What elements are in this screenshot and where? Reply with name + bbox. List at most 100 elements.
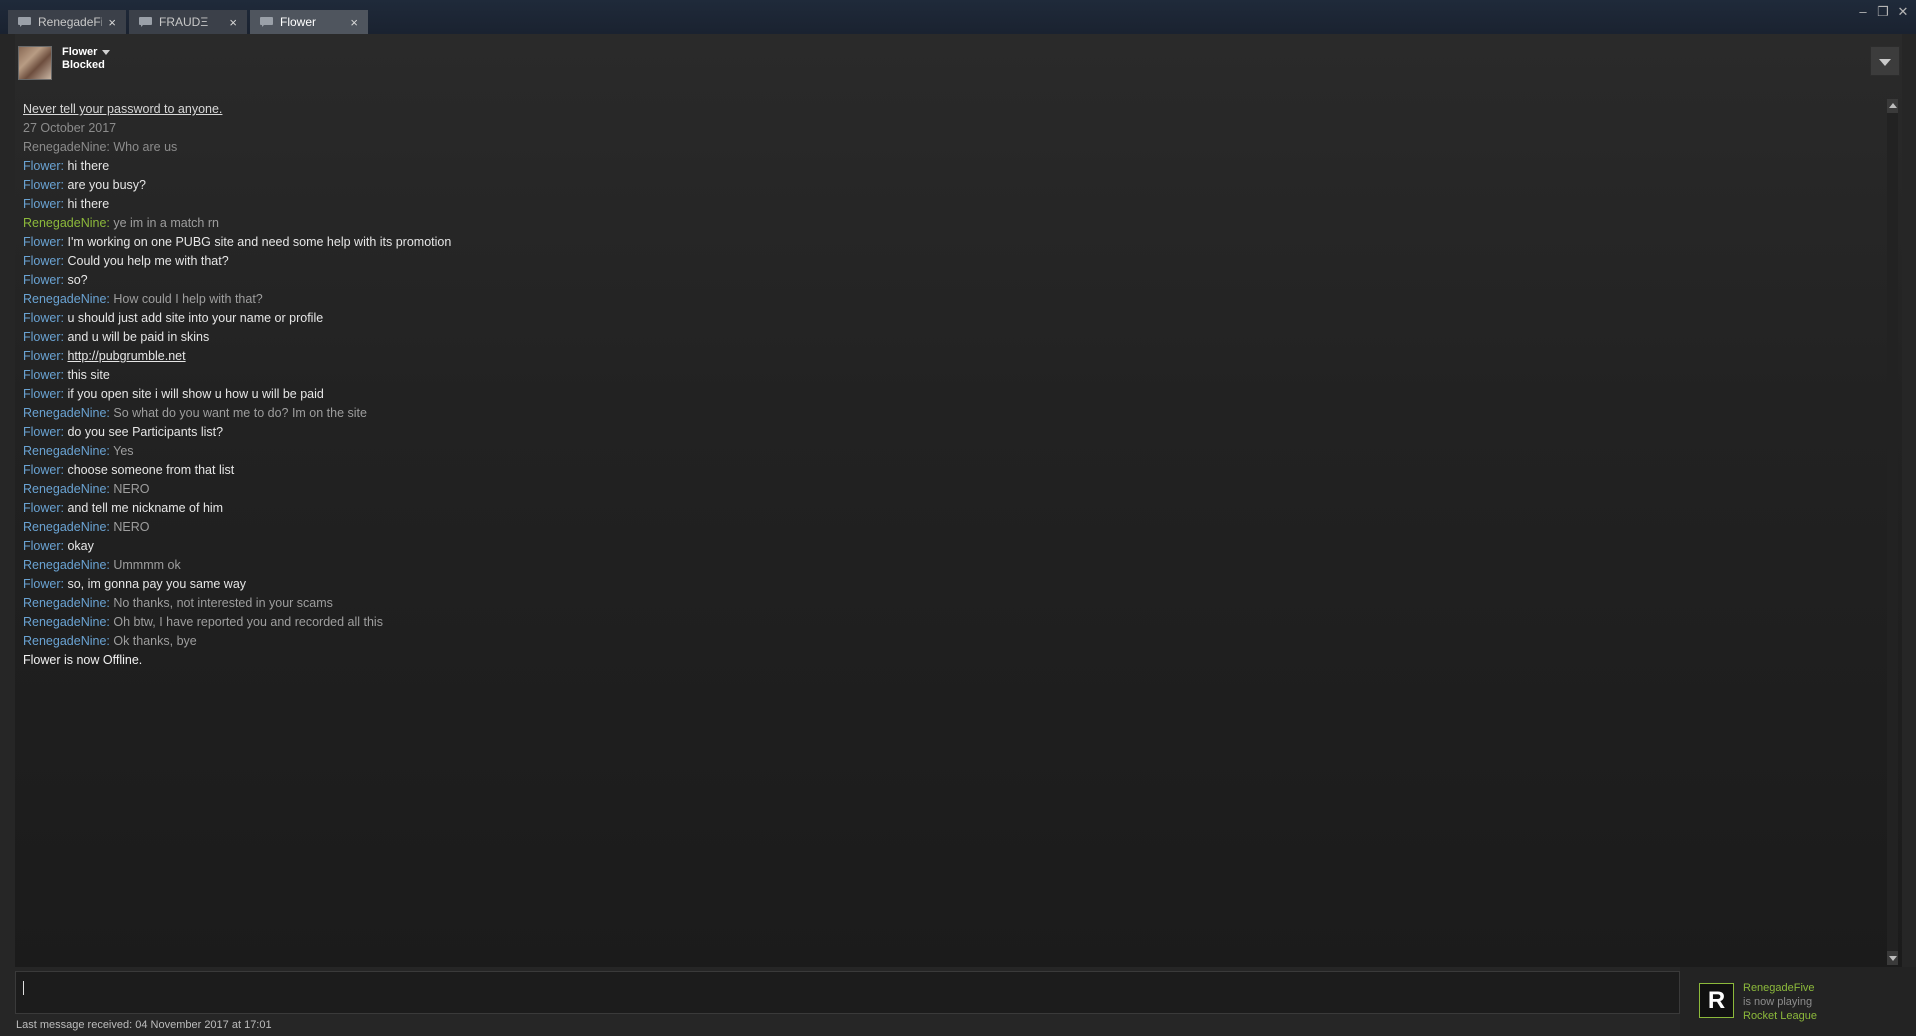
chat-message: Flower: so, im gonna pay you same way <box>23 575 1863 594</box>
message-text: hi there <box>67 197 110 211</box>
message-text: if you open site i will show u how u wil… <box>67 387 324 401</box>
message-text: NERO <box>113 520 150 534</box>
sender-name: RenegadeNine <box>23 406 107 420</box>
scroll-track[interactable] <box>1887 113 1898 951</box>
message-text: okay <box>67 539 94 553</box>
message-text: Yes <box>113 444 134 458</box>
chat-message: Flower: if you open site i will show u h… <box>23 385 1863 404</box>
tab-close-icon[interactable]: × <box>350 15 358 30</box>
message-text: hi there <box>67 159 110 173</box>
sender-name: Flower <box>23 235 61 249</box>
tab-renegadefive[interactable]: RenegadeFive × <box>8 10 126 34</box>
sender-name: RenegadeNine <box>23 520 107 534</box>
chat-message: Flower: do you see Participants list? <box>23 423 1863 442</box>
chat-message: RenegadeNine: How could I help with that… <box>23 290 1863 309</box>
sender-name: RenegadeNine <box>23 634 107 648</box>
sender-name: Flower <box>23 178 61 192</box>
message-text: Could you help me with that? <box>67 254 229 268</box>
sender-name: Flower <box>23 577 61 591</box>
avatar[interactable] <box>18 46 52 80</box>
title-bar: RenegadeFive × FRAUDΞ × Flower × – ❐ ✕ <box>0 0 1916 34</box>
friend-info: Flower Blocked <box>62 46 111 71</box>
sender-name: Flower <box>23 254 61 268</box>
chat-message: RenegadeNine: Ummmm ok <box>23 556 1863 575</box>
message-text: and u will be paid in skins <box>67 330 210 344</box>
message-text: Ok thanks, bye <box>113 634 197 648</box>
now-playing-notification[interactable]: R RenegadeFive is now playing Rocket Lea… <box>1680 967 1916 1036</box>
chat-message: RenegadeNine: No thanks, not interested … <box>23 594 1863 613</box>
scroll-up-icon[interactable] <box>1887 99 1898 113</box>
chat-message: Flower: this site <box>23 366 1863 385</box>
message-text: are you busy? <box>67 178 146 192</box>
password-warning-link[interactable]: Never tell your password to anyone. <box>23 100 1863 119</box>
chat-message: RenegadeNine: So what do you want me to … <box>23 404 1863 423</box>
sender-name: RenegadeNine <box>23 444 107 458</box>
tab-label: FRAUDΞ <box>159 15 209 29</box>
message-text: Who are us <box>113 140 178 154</box>
system-message: Flower is now Offline. <box>23 653 143 667</box>
chat-log: Never tell your password to anyone. 27 O… <box>23 100 1863 670</box>
sender-name: Flower <box>23 349 61 363</box>
friend-name-dropdown[interactable]: Flower <box>62 46 111 59</box>
friend-name: Flower <box>62 46 98 58</box>
chat-date: 27 October 2017 <box>23 121 117 135</box>
tab-label: RenegadeFive <box>38 15 102 29</box>
sender-name: Flower <box>23 159 61 173</box>
notification-user: RenegadeFive <box>1743 982 1815 994</box>
message-text: NERO <box>113 482 150 496</box>
chat-options-button[interactable] <box>1870 46 1900 76</box>
message-text: I'm working on one PUBG site and need so… <box>67 235 452 249</box>
tab-fraud[interactable]: FRAUDΞ × <box>129 10 247 34</box>
tab-close-icon[interactable]: × <box>108 15 116 30</box>
message-text: Ummmm ok <box>113 558 181 572</box>
sender-name: Flower <box>23 425 61 439</box>
friend-header: Flower Blocked <box>18 46 111 80</box>
chat-message: Flower: u should just add site into your… <box>23 309 1863 328</box>
scroll-down-icon[interactable] <box>1887 951 1898 965</box>
message-input[interactable] <box>15 971 1680 1014</box>
chat-message: RenegadeNine: Oh btw, I have reported yo… <box>23 613 1863 632</box>
message-text: this site <box>67 368 110 382</box>
message-text: do you see Participants list? <box>67 425 224 439</box>
chat-message: RenegadeNine: ye im in a match rn <box>23 214 1863 233</box>
message-text: ye im in a match rn <box>113 216 219 230</box>
sender-name: RenegadeNine <box>23 482 107 496</box>
minimize-icon[interactable]: – <box>1856 4 1870 20</box>
chat-bubble-icon <box>139 17 153 27</box>
window-controls: – ❐ ✕ <box>1856 4 1910 20</box>
sender-name: RenegadeNine <box>23 216 107 230</box>
tab-strip: RenegadeFive × FRAUDΞ × Flower × <box>8 10 368 34</box>
notification-status: is now playing <box>1743 996 1813 1008</box>
restore-icon[interactable]: ❐ <box>1876 4 1890 20</box>
rocket-league-logo-icon: R <box>1699 983 1734 1018</box>
sender-name: RenegadeNine <box>23 615 107 629</box>
sender-name: RenegadeNine <box>23 292 107 306</box>
last-message-status: Last message received: 04 November 2017 … <box>16 1019 272 1031</box>
sender-name: Flower <box>23 463 61 477</box>
sender-name: Flower <box>23 330 61 344</box>
tab-close-icon[interactable]: × <box>229 15 237 30</box>
chat-message: RenegadeNine: NERO <box>23 518 1863 537</box>
message-text: so? <box>67 273 88 287</box>
chat-message: Flower: okay <box>23 537 1863 556</box>
chat-message: Flower: so? <box>23 271 1863 290</box>
message-text: How could I help with that? <box>113 292 263 306</box>
sender-name: Flower <box>23 273 61 287</box>
tab-flower[interactable]: Flower × <box>250 10 368 34</box>
message-text: So what do you want me to do? Im on the … <box>113 406 367 420</box>
site-link[interactable]: http://pubgrumble.net <box>67 349 185 363</box>
sender-name: Flower <box>23 501 61 515</box>
chat-scrollbar[interactable] <box>1887 99 1898 965</box>
chat-message: Flower: Could you help me with that? <box>23 252 1863 271</box>
tab-label: Flower <box>280 15 317 29</box>
chat-message: Flower: choose someone from that list <box>23 461 1863 480</box>
chat-message: Flower: are you busy? <box>23 176 1863 195</box>
message-text: so, im gonna pay you same way <box>67 577 247 591</box>
chat-message: Flower: and u will be paid in skins <box>23 328 1863 347</box>
close-window-icon[interactable]: ✕ <box>1896 4 1910 20</box>
sender-name: RenegadeNine <box>23 558 107 572</box>
chat-message: Flower: and tell me nickname of him <box>23 499 1863 518</box>
chat-message: RenegadeNine: Yes <box>23 442 1863 461</box>
chat-message: Flower: I'm working on one PUBG site and… <box>23 233 1863 252</box>
chat-bubble-icon <box>260 17 274 27</box>
